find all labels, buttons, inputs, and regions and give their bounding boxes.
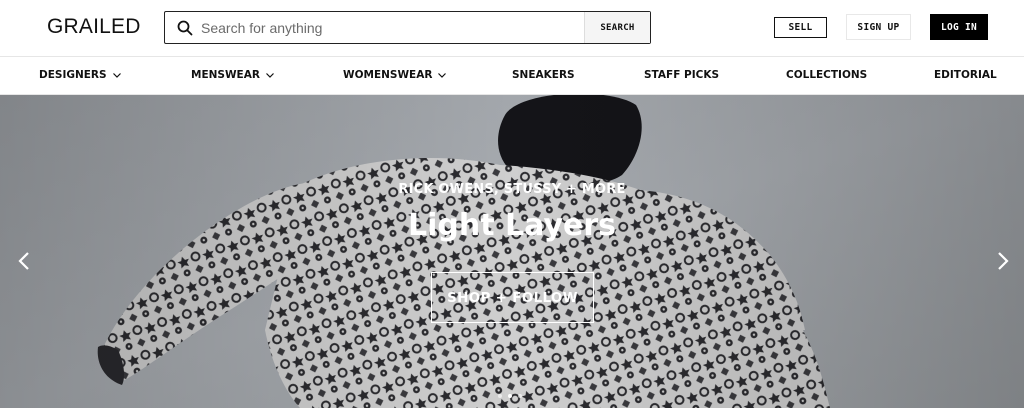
chevron-down-icon: [438, 72, 447, 78]
main-nav: DESIGNERS MENSWEAR WOMENSWEAR SNEAKERS S…: [0, 56, 1024, 95]
chevron-down-icon: [266, 72, 274, 78]
hero-carousel: RICK OWENS, STUSSY + MORE Light Layers S…: [0, 95, 1024, 408]
nav-item-staff-picks[interactable]: STAFF PICKS: [644, 69, 719, 81]
carousel-dots: [498, 394, 522, 398]
hero-image: [0, 95, 1024, 408]
nav-item-designers[interactable]: DESIGNERS: [39, 69, 121, 81]
carousel-dot[interactable]: [518, 394, 522, 398]
logo[interactable]: GRAILED: [47, 15, 141, 39]
nav-item-sneakers[interactable]: SNEAKERS: [512, 69, 575, 81]
chevron-left-icon[interactable]: [17, 251, 31, 271]
search-input[interactable]: [201, 12, 581, 43]
carousel-dot[interactable]: [498, 394, 502, 398]
carousel-dot-active[interactable]: [508, 394, 512, 398]
nav-item-editorial[interactable]: EDITORIAL: [934, 69, 997, 81]
sign-up-button[interactable]: SIGN UP: [846, 14, 911, 40]
sell-button[interactable]: SELL: [774, 17, 827, 38]
search-icon: [177, 20, 193, 36]
chevron-right-icon[interactable]: [996, 251, 1010, 271]
nav-item-menswear[interactable]: MENSWEAR: [191, 69, 274, 81]
search-button[interactable]: SEARCH: [584, 12, 650, 43]
search-bar: SEARCH: [164, 11, 651, 44]
nav-item-label: SNEAKERS: [512, 69, 575, 81]
hero-headline: Light Layers: [407, 208, 616, 243]
nav-item-label: STAFF PICKS: [644, 69, 720, 81]
site-header: GRAILED SEARCH SELL SIGN UP LOG IN: [0, 0, 1024, 56]
hero-kicker: RICK OWENS, STUSSY + MORE: [398, 182, 626, 197]
shop-follow-button[interactable]: SHOP + FOLLOW: [431, 272, 594, 323]
nav-item-label: COLLECTIONS: [786, 69, 868, 81]
log-in-button[interactable]: LOG IN: [930, 14, 988, 40]
nav-item-label: DESIGNERS: [39, 69, 107, 81]
nav-item-label: WOMENSWEAR: [343, 69, 433, 81]
nav-item-collections[interactable]: COLLECTIONS: [786, 69, 867, 81]
chevron-down-icon: [112, 72, 121, 78]
nav-item-label: EDITORIAL: [934, 69, 997, 81]
nav-item-womenswear[interactable]: WOMENSWEAR: [343, 69, 447, 81]
nav-item-label: MENSWEAR: [191, 69, 260, 81]
